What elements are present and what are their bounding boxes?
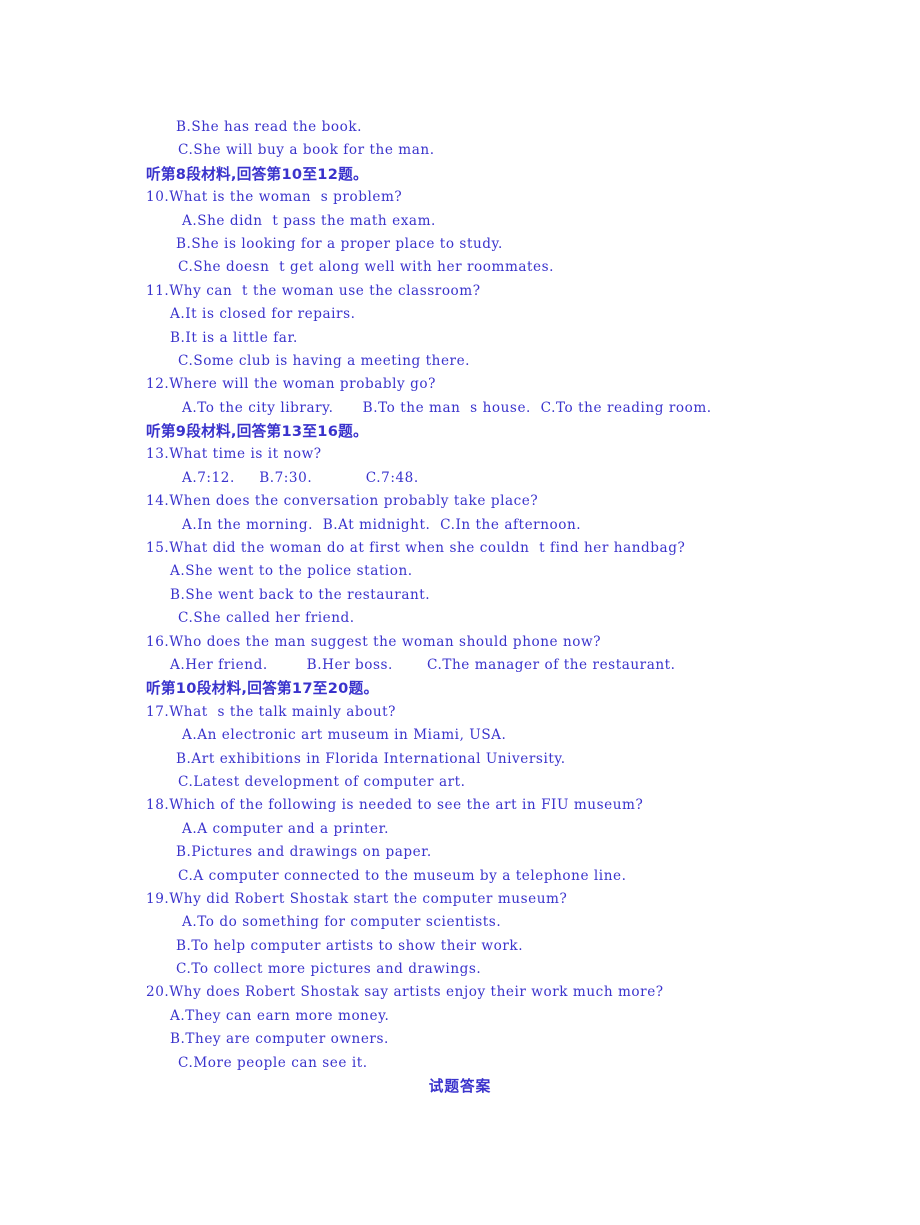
question-list: B.She has read the book. C.She will buy a… [146,116,786,1075]
question-line: 19.Why did Robert Shostak start the comp… [146,890,568,907]
question-line: B.It is a little far. [170,329,298,346]
question-line: 11.Why can t the woman use the classroom… [146,282,481,299]
question-line: A.Her friend. B.Her boss. C.The manager … [170,656,676,673]
question-line: C.Some club is having a meeting there. [178,352,471,369]
section-heading: 听第9段材料,回答第13至16题。 [146,423,368,441]
question-line: A.In the morning. B.At midnight. C.In th… [182,516,582,533]
question-line: B.Pictures and drawings on paper. [176,844,432,861]
question-line: C.A computer connected to the museum by … [178,867,627,884]
document-page: B.She has read the book. C.She will buy a… [0,0,920,1225]
question-line: A.An electronic art museum in Miami, USA… [182,727,507,744]
question-line: C.More people can see it. [178,1054,368,1071]
question-line: 13.What time is it now? [146,446,322,463]
section-heading: 听第10段材料,回答第17至20题。 [146,680,379,698]
question-line: A.She didn t pass the math exam. [182,212,436,229]
question-line: 17.What s the talk mainly about? [146,703,397,720]
question-line: A.To do something for computer scientist… [182,914,502,931]
question-line: A.7:12. B.7:30. C.7:48. [182,469,419,486]
question-line: 10.What is the woman s problem? [146,189,403,206]
section-heading: 听第8段材料,回答第10至12题。 [146,165,368,183]
question-line: B.She has read the book. [176,119,362,135]
question-line: C.She called her friend. [178,610,355,627]
question-line: 14.When does the conversation probably t… [146,493,539,510]
question-line: B.She is looking for a proper place to s… [176,235,503,252]
question-line: A.It is closed for repairs. [170,306,356,323]
question-line: 18.Which of the following is needed to s… [146,797,644,814]
question-line: A.She went to the police station. [170,563,413,580]
question-line: C.To collect more pictures and drawings. [176,961,482,978]
question-line: B.They are computer owners. [170,1031,389,1048]
question-line: 15.What did the woman do at first when s… [146,540,686,557]
question-line: A.A computer and a printer. [182,820,390,837]
question-line: 20.Why does Robert Shostak say artists e… [146,984,664,1001]
footer-label: 试题答案 [428,1078,492,1095]
question-line: B.To help computer artists to show their… [176,937,524,954]
question-line: A.They can earn more money. [170,1007,390,1024]
question-line: 16.Who does the man suggest the woman sh… [146,633,602,650]
question-line: B.Art exhibitions in Florida Internation… [176,750,566,767]
question-line: A.To the city library. B.To the man s ho… [182,399,712,416]
question-line: 12.Where will the woman probably go? [146,376,436,393]
footer: 试题答案 [0,1075,920,1096]
question-line: C.Latest development of computer art. [178,773,466,790]
question-line: C.She doesn t get along well with her ro… [178,259,555,276]
question-line: B.She went back to the restaurant. [170,586,431,603]
question-line: C.She will buy a book for the man. [178,142,435,159]
